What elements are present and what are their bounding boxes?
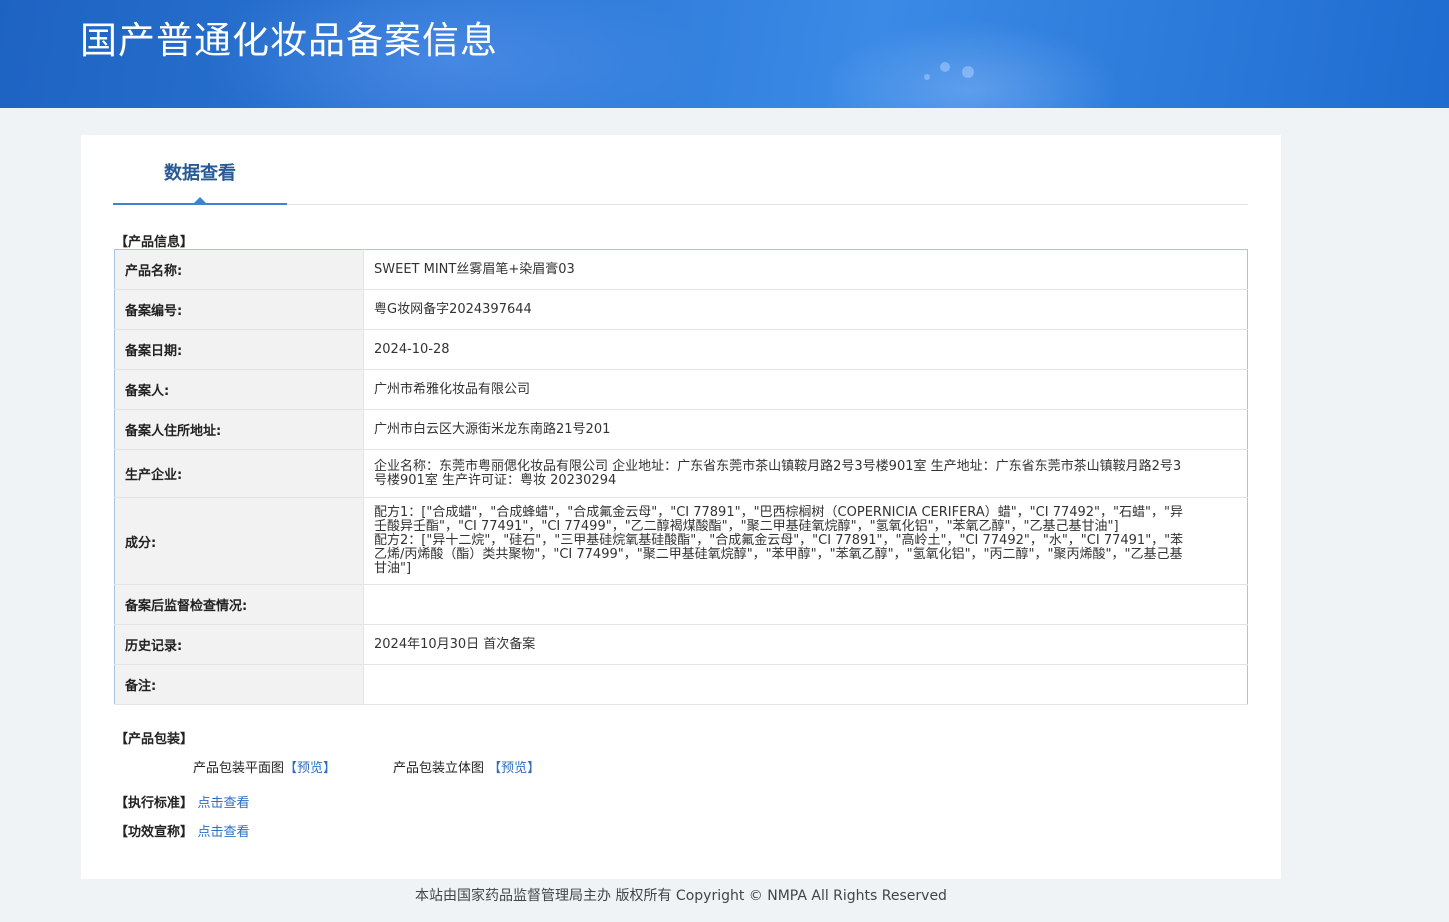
- section-standard: 【执行标准】 点击查看: [115, 792, 250, 811]
- packaging-flat-label: 产品包装平面图: [193, 761, 285, 776]
- row-key-ingredients: 成分:: [114, 497, 364, 585]
- efficacy-label: 【功效宣称】: [115, 825, 194, 840]
- section-product-info: 【产品信息】: [115, 235, 194, 250]
- row-key-remarks: 备注:: [114, 664, 364, 705]
- row-value-record-date: 2024-10-28: [363, 329, 1248, 370]
- table-row: 备案人: 广州市希雅化妆品有限公司: [114, 369, 1248, 410]
- row-value-history: 2024年10月30日 首次备案: [363, 624, 1248, 665]
- tab-caret-icon: [194, 197, 206, 203]
- row-key-record-date: 备案日期:: [114, 329, 364, 370]
- row-key-supervision: 备案后监督检查情况:: [114, 584, 364, 625]
- packaging-stereo-preview-link[interactable]: 【预览】: [488, 761, 540, 776]
- table-row: 备案后监督检查情况:: [114, 584, 1248, 625]
- row-key-product-name: 产品名称:: [114, 249, 364, 290]
- standard-label: 【执行标准】: [115, 796, 194, 811]
- table-row: 备案编号: 粤G妆网备字2024397644: [114, 289, 1248, 330]
- table-row: 产品名称: SWEET MINT丝雾眉笔+染眉膏03: [114, 249, 1248, 290]
- row-value-supervision: [363, 584, 1248, 625]
- main-card: 数据查看 【产品信息】 产品名称: SWEET MINT丝雾眉笔+染眉膏03 备…: [81, 135, 1281, 879]
- row-key-registrant-address: 备案人住所地址:: [114, 409, 364, 450]
- ingredients-formula-1: 配方1：["合成蜡"，"合成蜂蜡"，"合成氟金云母"，"CI 77891"，"巴…: [374, 505, 1183, 534]
- row-value-registrant-address: 广州市白云区大源街米龙东南路21号201: [363, 409, 1248, 450]
- packaging-stereo-label: 产品包装立体图: [393, 761, 485, 776]
- page-title: 国产普通化妆品备案信息: [80, 19, 498, 62]
- row-value-ingredients: 配方1：["合成蜡"，"合成蜂蜡"，"合成氟金云母"，"CI 77891"，"巴…: [363, 497, 1248, 585]
- standard-view-link[interactable]: 点击查看: [198, 796, 250, 811]
- row-value-registrant: 广州市希雅化妆品有限公司: [363, 369, 1248, 410]
- row-value-remarks: [363, 664, 1248, 705]
- row-value-record-number: 粤G妆网备字2024397644: [363, 289, 1248, 330]
- banner-dot: [940, 62, 950, 72]
- table-row: 成分: 配方1：["合成蜡"，"合成蜂蜡"，"合成氟金云母"，"CI 77891…: [114, 497, 1248, 585]
- row-key-history: 历史记录:: [114, 624, 364, 665]
- table-row: 备案人住所地址: 广州市白云区大源街米龙东南路21号201: [114, 409, 1248, 450]
- packaging-flat-preview-link[interactable]: 【预览】: [284, 761, 336, 776]
- packaging-stereo: 产品包装立体图 【预览】: [393, 757, 540, 776]
- banner-dot: [924, 74, 930, 80]
- row-key-record-number: 备案编号:: [114, 289, 364, 330]
- banner-decoration: [820, 20, 1120, 108]
- packaging-flat: 产品包装平面图【预览】: [193, 757, 336, 776]
- header-banner: 国产普通化妆品备案信息: [0, 0, 1449, 108]
- table-row: 备注:: [114, 664, 1248, 705]
- table-row: 历史记录: 2024年10月30日 首次备案: [114, 624, 1248, 665]
- row-value-product-name: SWEET MINT丝雾眉笔+染眉膏03: [363, 249, 1248, 290]
- row-key-registrant: 备案人:: [114, 369, 364, 410]
- footer-copyright: 本站由国家药品监督管理局主办 版权所有 Copyright © NMPA All…: [415, 888, 947, 904]
- table-row: 备案日期: 2024-10-28: [114, 329, 1248, 370]
- section-efficacy: 【功效宣称】 点击查看: [115, 821, 250, 840]
- product-info-table: 产品名称: SWEET MINT丝雾眉笔+染眉膏03 备案编号: 粤G妆网备字2…: [114, 249, 1248, 705]
- banner-dot: [962, 66, 974, 78]
- section-packaging: 【产品包装】: [115, 732, 194, 747]
- row-value-manufacturer: 企业名称：东莞市粤丽偲化妆品有限公司 企业地址：广东省东莞市茶山镇鞍月路2号3号…: [363, 449, 1248, 498]
- ingredients-formula-2: 配方2：["异十二烷"，"硅石"，"三甲基硅烷氧基硅酸酯"，"合成氟金云母"，"…: [374, 533, 1184, 576]
- efficacy-view-link[interactable]: 点击查看: [198, 825, 250, 840]
- row-key-manufacturer: 生产企业:: [114, 449, 364, 498]
- table-row: 生产企业: 企业名称：东莞市粤丽偲化妆品有限公司 企业地址：广东省东莞市茶山镇鞍…: [114, 449, 1248, 498]
- tab-bar: 数据查看: [113, 159, 1248, 205]
